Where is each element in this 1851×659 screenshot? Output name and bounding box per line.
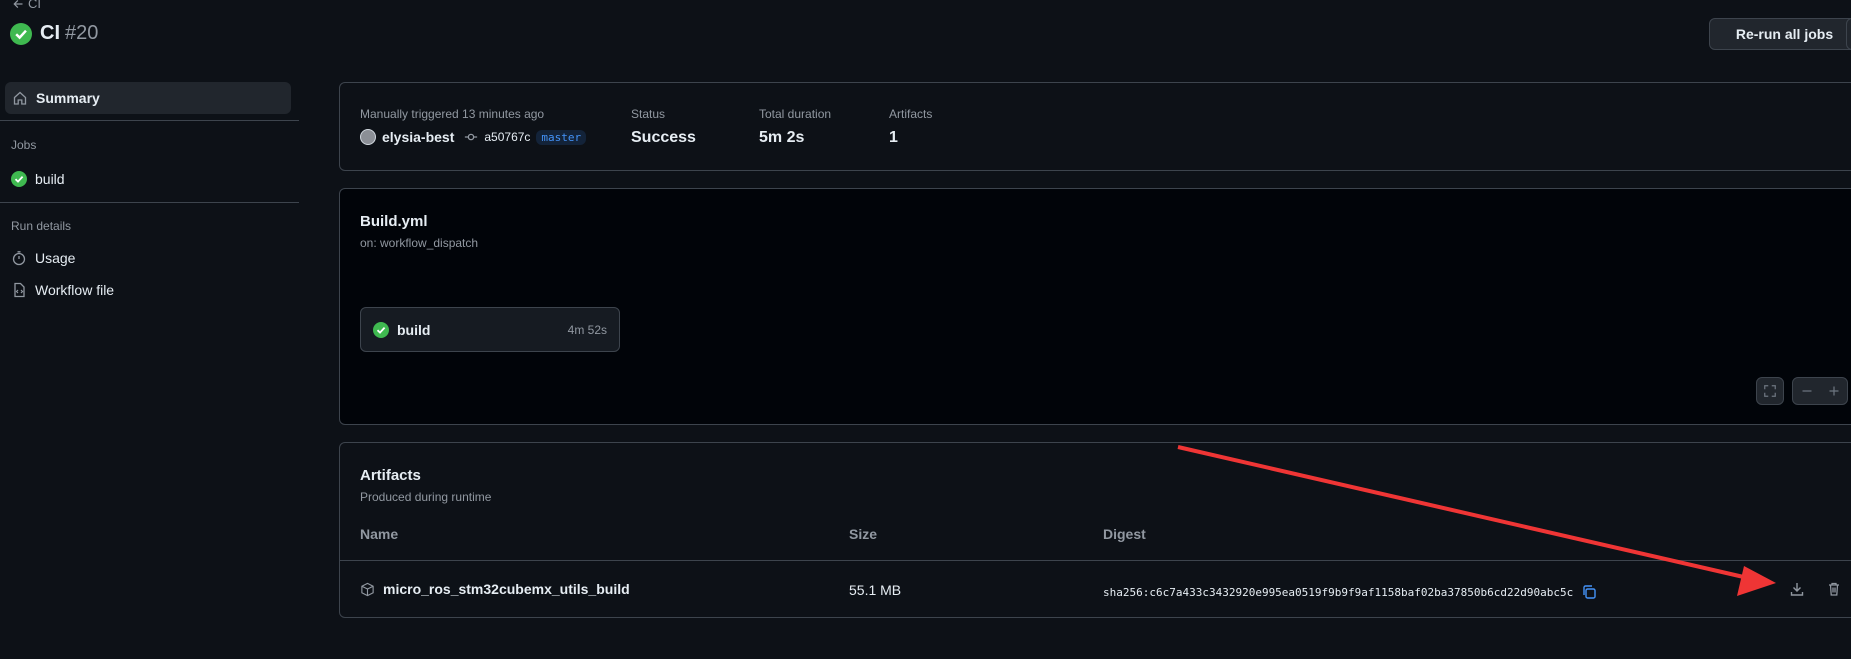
commit-link[interactable]: a50767c xyxy=(484,130,530,144)
sidebar-divider xyxy=(0,120,299,121)
arrow-left-icon xyxy=(12,0,24,10)
zoom-in-icon[interactable] xyxy=(1820,385,1847,397)
status-value: Success xyxy=(631,129,696,146)
screen-full-icon xyxy=(1763,384,1777,398)
artifacts-panel: Artifacts Produced during runtime Name S… xyxy=(339,442,1851,618)
job-card-duration: 4m 52s xyxy=(567,322,607,337)
artifacts-count-value: 1 xyxy=(889,129,898,146)
page-title: CI #20 xyxy=(10,22,98,45)
avatar[interactable] xyxy=(360,129,376,145)
copy-icon[interactable] xyxy=(1581,584,1597,600)
artifacts-count-label: Artifacts xyxy=(889,107,933,121)
duration-value: 5m 2s xyxy=(759,129,805,146)
sidebar-divider xyxy=(0,202,299,203)
artifacts-title: Artifacts xyxy=(360,467,421,484)
sidebar-build-label: build xyxy=(35,171,65,187)
jobs-heading: Jobs xyxy=(11,138,37,152)
trigger-text: Manually triggered 13 minutes ago xyxy=(360,107,545,121)
table-divider xyxy=(340,560,1851,561)
column-header-size: Size xyxy=(849,526,878,542)
more-options-button[interactable] xyxy=(1846,18,1851,50)
git-commit-icon xyxy=(464,130,478,144)
actor-line: elysia-best a50767c master xyxy=(360,129,587,145)
artifacts-subtitle: Produced during runtime xyxy=(360,490,492,504)
success-check-icon xyxy=(373,321,389,338)
run-number: #20 xyxy=(65,22,99,44)
workflow-graph-panel: Build.yml on: workflow_dispatch build 4m… xyxy=(339,188,1851,425)
success-check-icon xyxy=(11,171,27,187)
fullscreen-button[interactable] xyxy=(1756,377,1784,405)
artifact-digest: sha256:c6c7a433c3432920e995ea0519f9b9f9a… xyxy=(1103,585,1574,599)
column-header-name: Name xyxy=(360,526,399,542)
sidebar-item-build[interactable]: build xyxy=(11,171,65,187)
rerun-all-jobs-button[interactable]: Re-run all jobs xyxy=(1709,18,1851,50)
run-details-heading: Run details xyxy=(11,219,72,233)
file-code-icon xyxy=(11,282,27,298)
back-link-label: CI xyxy=(28,0,41,11)
column-header-digest: Digest xyxy=(1103,526,1146,542)
back-link[interactable]: CI xyxy=(12,0,41,11)
run-summary-panel: Manually triggered 13 minutes ago elysia… xyxy=(339,82,1851,171)
download-icon[interactable] xyxy=(1789,581,1805,597)
artifact-name-link[interactable]: micro_ros_stm32cubemx_utils_build xyxy=(383,581,630,597)
home-icon xyxy=(12,90,28,106)
zoom-controls xyxy=(1792,377,1848,405)
stopwatch-icon xyxy=(11,250,27,266)
status-label: Status xyxy=(631,107,666,121)
job-card-build[interactable]: build 4m 52s xyxy=(360,307,620,352)
package-icon xyxy=(360,582,375,597)
artifact-name-cell: micro_ros_stm32cubemx_utils_build xyxy=(360,581,630,597)
sidebar-workflow-file-label: Workflow file xyxy=(35,282,115,298)
success-check-icon xyxy=(10,22,32,45)
workflow-title: CI xyxy=(40,22,60,44)
duration-label: Total duration xyxy=(759,107,832,121)
branch-badge[interactable]: master xyxy=(536,129,587,145)
sidebar-item-usage[interactable]: Usage xyxy=(11,250,75,266)
zoom-out-icon[interactable] xyxy=(1793,385,1820,397)
sidebar-item-workflow-file[interactable]: Workflow file xyxy=(11,282,114,298)
sidebar-summary-label: Summary xyxy=(36,90,100,106)
workflow-trigger: on: workflow_dispatch xyxy=(360,236,479,250)
artifact-digest-cell: sha256:c6c7a433c3432920e995ea0519f9b9f9a… xyxy=(1103,584,1597,600)
workflow-name: Build.yml xyxy=(360,213,428,230)
job-card-label: build xyxy=(397,321,431,338)
sidebar-item-summary[interactable]: Summary xyxy=(5,82,291,114)
artifact-size: 55.1 MB xyxy=(849,582,902,598)
actor-link[interactable]: elysia-best xyxy=(382,129,454,145)
trash-icon[interactable] xyxy=(1826,581,1842,597)
sidebar-usage-label: Usage xyxy=(35,250,76,266)
